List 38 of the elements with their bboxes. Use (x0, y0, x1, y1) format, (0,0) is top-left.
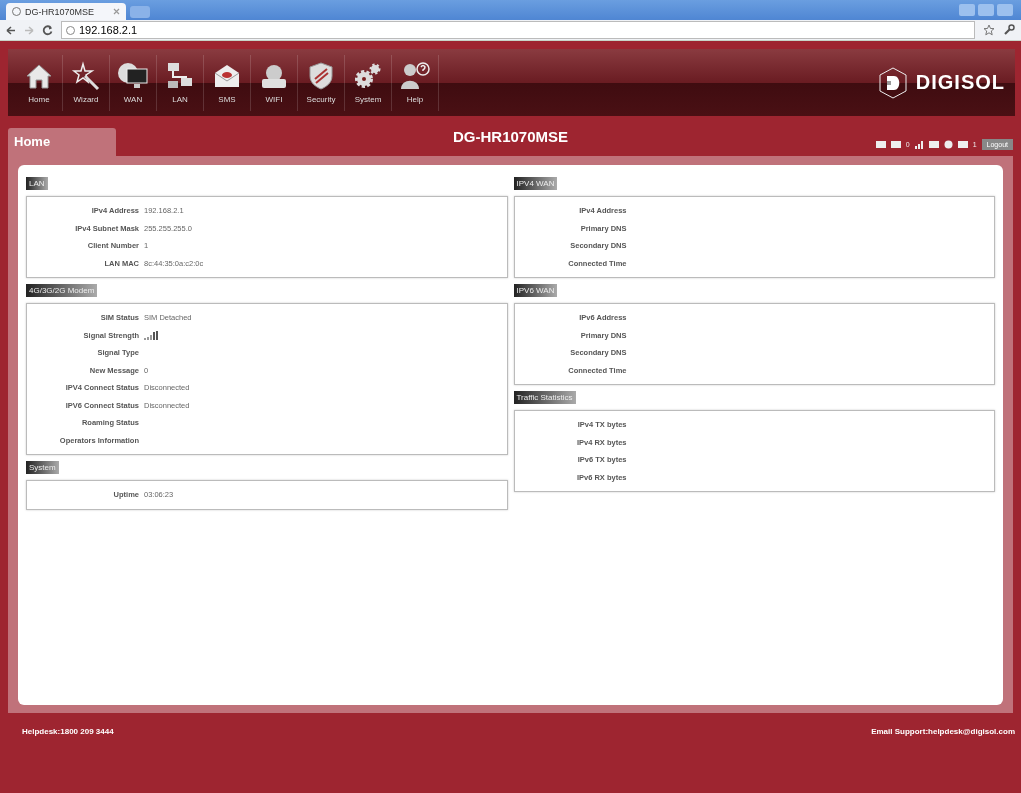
star-icon[interactable] (983, 24, 995, 36)
nav-item[interactable]: WIFI (251, 54, 298, 111)
nav-item[interactable]: LAN (157, 54, 204, 111)
address-bar[interactable]: 192.168.2.1 (61, 21, 975, 39)
nav-item[interactable]: Home (16, 54, 63, 111)
nav-item[interactable]: SMS (204, 54, 251, 111)
signal-strength-icon (144, 330, 158, 340)
helpdesk-text: Helpdesk:1800 209 3444 (22, 727, 114, 736)
section-title: IPV6 WAN (513, 284, 558, 297)
reload-icon[interactable] (42, 24, 53, 36)
nav-item[interactable]: Security (298, 54, 345, 111)
email-support-text: Email Support:helpdesk@digisol.com (871, 727, 1015, 736)
signal-icon (914, 140, 924, 149)
network-computers-icon (165, 61, 195, 91)
wand-icon (71, 61, 101, 91)
logo-text: DIGISOL (915, 71, 1005, 94)
nav-item[interactable]: Help (392, 54, 439, 111)
section-title: LAN (26, 177, 48, 190)
page-icon (66, 25, 75, 35)
section-title: 4G/3G/2G Modem (26, 284, 98, 297)
section-title: Traffic Statistics (513, 391, 576, 404)
model-title: DG-HR1070MSE (452, 128, 568, 145)
close-icon[interactable] (113, 8, 120, 15)
globe-icon (943, 140, 953, 149)
gears-icon (353, 61, 383, 91)
back-icon[interactable] (6, 25, 16, 35)
section-title: IPV4 WAN (513, 177, 558, 190)
user-help-icon (399, 61, 431, 91)
nav-item[interactable]: System (345, 54, 392, 111)
logo-icon (877, 66, 908, 99)
shield-icon (306, 61, 336, 91)
browser-tab[interactable]: DG-HR1070MSE (6, 3, 126, 20)
globe-icon (12, 7, 21, 16)
nav-item[interactable]: Wizard (63, 54, 110, 111)
forward-icon[interactable] (24, 25, 34, 35)
monitor-globe-icon (117, 61, 149, 91)
page-tab[interactable]: Home (8, 128, 116, 156)
nav-item[interactable]: WAN (110, 54, 157, 111)
